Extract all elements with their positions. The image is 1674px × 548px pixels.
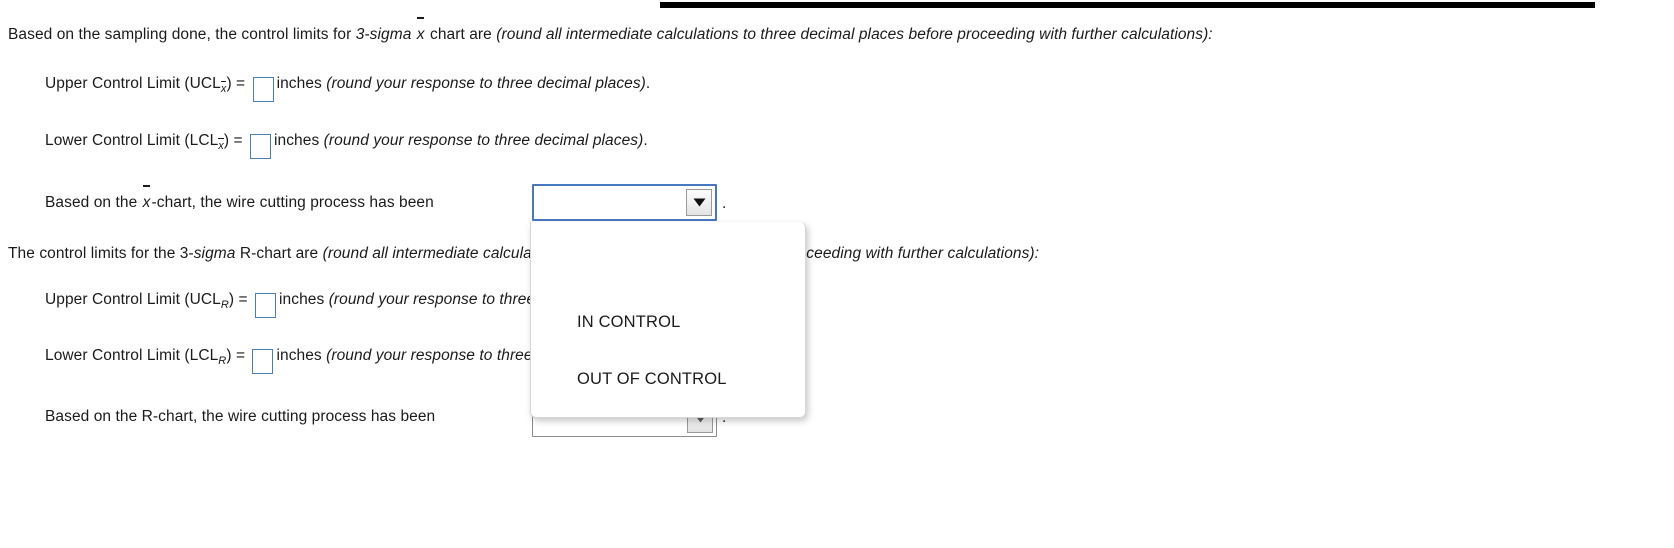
ucl-xbar-label: Upper Control Limit (UCL <box>45 75 221 92</box>
ucl-r-label: Upper Control Limit (UCL <box>45 291 221 308</box>
rchart-conclusion-text: Based on the R-chart, the wire cutting p… <box>45 409 435 425</box>
lcl-r-label-close: ) = <box>226 347 250 364</box>
intro-prefix: Based on the sampling done, the control … <box>8 26 356 43</box>
xbar-conclusion-text: Based on the x-chart, the wire cutting p… <box>45 185 434 211</box>
lcl-xbar-label-close: ) = <box>223 132 248 149</box>
dropdown-option-out-of-control[interactable]: OUT OF CONTROL <box>577 370 727 389</box>
ucl-xbar-row: Upper Control Limit (UCLx) = inches (rou… <box>45 76 650 102</box>
ucl-xbar-subscript: x <box>220 80 227 96</box>
chevron-down-icon[interactable] <box>686 189 712 216</box>
lcl-r-units: inches <box>276 347 327 364</box>
xbar-conclusion-prefix-b: -chart, the wire cutting process has bee… <box>151 194 434 211</box>
intro-paragraph: Based on the sampling done, the control … <box>8 17 1213 43</box>
lcl-r-input[interactable] <box>252 349 274 374</box>
ucl-r-input[interactable] <box>255 293 277 318</box>
ucl-r-units: inches <box>279 291 329 308</box>
ucl-xbar-units: inches <box>276 75 327 92</box>
ucl-r-label-close: ) = <box>228 291 253 308</box>
intro-sigma-label: 3-sigma <box>355 26 412 43</box>
top-black-rule <box>660 2 1595 8</box>
ucl-xbar-note: (round your response to three decimal pl… <box>326 75 646 92</box>
x-bar-symbol-conclusion: x <box>142 185 151 211</box>
intro-instruction: (round all intermediate calculations to … <box>496 26 1213 43</box>
lcl-xbar-input[interactable] <box>250 134 272 159</box>
xbar-conclusion-period: . <box>722 195 727 212</box>
rchart-intro-paragraph: The control limits for the 3-sigma R-cha… <box>8 246 1039 262</box>
lcl-xbar-units: inches <box>274 132 324 149</box>
status-dropdown-popup[interactable]: IN CONTROL OUT OF CONTROL <box>530 222 806 418</box>
ucl-xbar-input[interactable] <box>252 77 274 102</box>
xbar-conclusion-prefix-a: Based on the <box>45 194 142 211</box>
x-bar-symbol: x <box>416 17 425 43</box>
lcl-xbar-period: . <box>643 132 648 149</box>
lcl-xbar-label: Lower Control Limit (LCL <box>45 132 219 149</box>
lcl-r-label: Lower Control Limit (LCL <box>45 347 219 364</box>
lcl-xbar-subscript: x <box>218 137 224 153</box>
rchart-intro-sigma: sigma <box>193 245 236 262</box>
dropdown-option-in-control[interactable]: IN CONTROL <box>577 313 680 332</box>
xbar-status-select[interactable] <box>532 184 717 221</box>
ucl-xbar-label-close: ) = <box>226 75 250 92</box>
rchart-conclusion-prefix: Based on the R-chart, the wire cutting p… <box>45 408 436 425</box>
ucl-xbar-period: . <box>645 75 651 92</box>
rchart-intro-prefix: The control limits for the 3- <box>8 245 194 262</box>
intro-mid: chart are <box>425 26 497 43</box>
rchart-intro-mid: R-chart are <box>235 245 323 262</box>
lcl-xbar-note: (round your response to three decimal pl… <box>323 132 644 149</box>
ucl-r-subscript: R <box>220 299 229 312</box>
lcl-xbar-row: Lower Control Limit (LCLx) = inches (rou… <box>45 133 648 159</box>
